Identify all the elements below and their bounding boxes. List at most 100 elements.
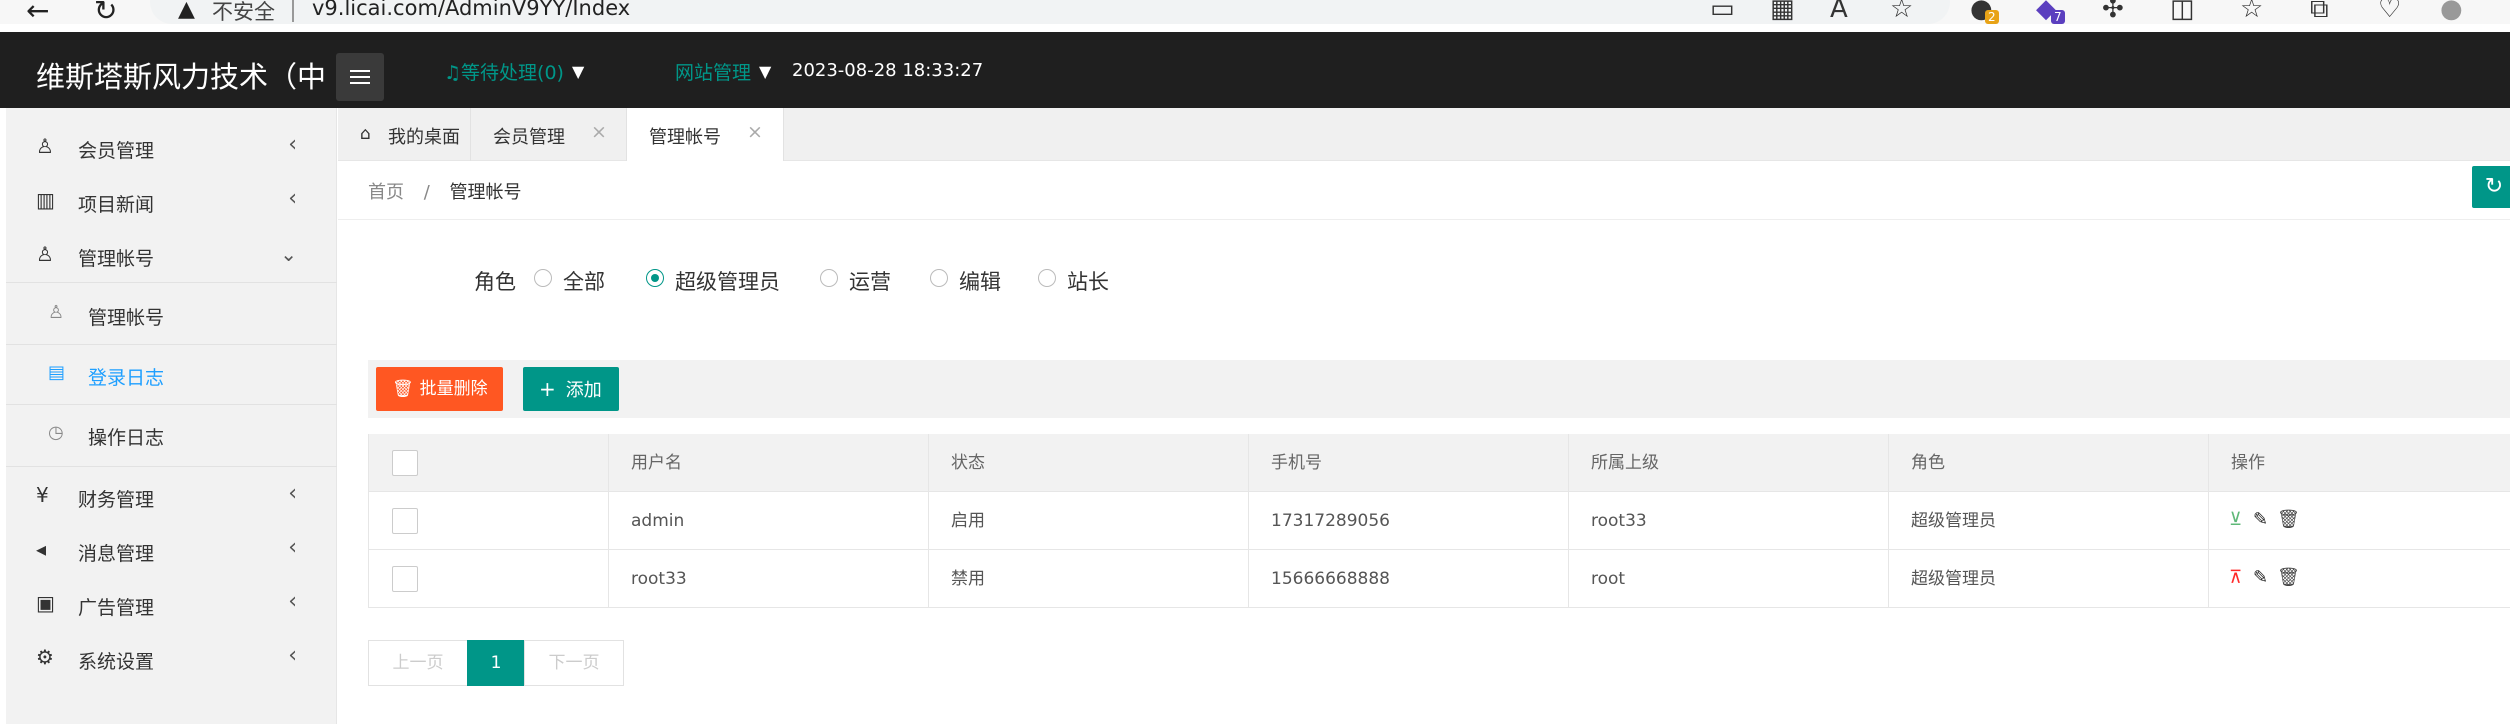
sidebar-item-label: 管理帐号 [78, 248, 155, 270]
table-row: root33 禁用 15666668888 root 超级管理员 ⊼ ✎ 🗑 [368, 550, 2510, 608]
reload-icon[interactable]: ↻ [94, 0, 117, 27]
parent-cell: root [1569, 550, 1889, 608]
radio-label: 运营 [849, 270, 891, 294]
site-management-label: 网站管理 [675, 62, 752, 84]
refresh-icon: ↻ [2484, 174, 2504, 199]
arrow-up-circle-icon[interactable]: ⊼ [2229, 567, 2242, 589]
extension-badge-2: 7 [2051, 10, 2065, 24]
select-all-cell [369, 434, 609, 492]
sidebar-subitem-accounts[interactable]: ♙ 管理帐号 [6, 284, 337, 344]
user-icon: ♙ [36, 134, 54, 158]
caret-down-icon: ▼ [571, 62, 585, 81]
sidebar-subitem-operation-log[interactable]: ◷ 操作日志 [6, 404, 337, 464]
chevron-left-icon: ‹ [288, 186, 297, 211]
chevron-left-icon: ‹ [288, 535, 297, 560]
apps-icon[interactable]: ▦ [1770, 0, 1795, 24]
chevron-left-icon: ‹ [288, 589, 297, 614]
tab-label: 会员管理 [493, 127, 565, 148]
back-arrow-icon[interactable]: ← [26, 0, 49, 27]
tab-label: 管理帐号 [649, 127, 721, 148]
edit-pencil-icon[interactable]: ✎ [2253, 567, 2268, 589]
close-icon[interactable]: × [747, 121, 763, 143]
home-icon: ⌂ [360, 124, 371, 144]
breadcrumb-divider [338, 219, 2510, 220]
column-header: 状态 [929, 434, 1249, 492]
collections-icon[interactable]: ⧉ [2310, 0, 2329, 25]
url-text[interactable]: v9.licai.com/AdminV9YY/Index [312, 0, 630, 20]
phone-cell: 15666668888 [1249, 550, 1569, 608]
browser-toolbar: ← ↻ ▲ 不安全 v9.licai.com/AdminV9YY/Index ▭… [0, 0, 2510, 27]
arrow-down-circle-icon[interactable]: ⊻ [2229, 509, 2242, 531]
radio-circle [820, 269, 838, 287]
sidebar-divider [6, 466, 337, 467]
menu-toggle-button[interactable] [336, 53, 384, 101]
select-all-checkbox[interactable] [392, 450, 418, 476]
pending-tasks-menu[interactable]: ♫等待处理(0) ▼ [444, 58, 584, 85]
trash-icon[interactable]: 🗑 [2277, 509, 2300, 531]
star-icon[interactable]: ☆ [1890, 0, 1913, 24]
edit-pencil-icon[interactable]: ✎ [2253, 509, 2268, 531]
favorites-icon[interactable]: ☆ [2240, 0, 2263, 24]
gear-icon: ⚙ [36, 645, 54, 669]
yen-icon: ¥ [36, 483, 49, 507]
sidebar-subitem-label: 管理帐号 [88, 307, 165, 329]
sidebar-item-label: 消息管理 [78, 543, 155, 565]
sidebar-subitem-login-log[interactable]: ▤ 登录日志 [6, 344, 337, 404]
tab-accounts[interactable]: 管理帐号 × [627, 108, 784, 161]
tab-desktop[interactable]: ⌂ 我的桌面 [338, 108, 471, 161]
sidebar-item-accounts[interactable]: ♙ 管理帐号 ⌄ [6, 228, 337, 282]
plus-icon: + [539, 377, 556, 401]
radio-circle [646, 269, 664, 287]
page-1-button[interactable]: 1 [467, 640, 525, 686]
sidebar-item-news[interactable]: ▥ 项目新闻 ‹ [6, 174, 337, 228]
heart-icon[interactable]: ♡ [2378, 0, 2401, 24]
refresh-button[interactable]: ↻ [2472, 166, 2510, 208]
image-icon: ▣ [36, 591, 55, 615]
split-screen-icon[interactable]: ◫ [2170, 0, 2195, 24]
add-label: 添加 [565, 380, 602, 401]
chevron-left-icon: ‹ [288, 481, 297, 506]
sidebar-item-label: 广告管理 [78, 597, 155, 619]
row-checkbox[interactable] [392, 508, 418, 534]
radio-circle [930, 269, 948, 287]
hamburger-icon-line [350, 76, 370, 78]
trash-icon[interactable]: 🗑 [2277, 567, 2300, 589]
sidebar-item-finance[interactable]: ¥ 财务管理 ‹ [6, 469, 337, 523]
role-cell: 超级管理员 [1889, 550, 2209, 608]
document-icon: ▤ [48, 362, 66, 383]
sidebar-item-label: 项目新闻 [78, 194, 155, 216]
radio-label: 编辑 [959, 270, 1001, 294]
table-row: admin 启用 17317289056 root33 超级管理员 ⊻ ✎ 🗑 [368, 492, 2510, 550]
current-datetime: 2023-08-28 18:33:27 [792, 60, 984, 81]
read-aloud-icon[interactable]: A [1830, 0, 1848, 24]
next-page-button[interactable]: 下一页 [524, 640, 624, 686]
hamburger-icon [350, 70, 370, 72]
username-cell: admin [609, 492, 929, 550]
site-management-menu[interactable]: 网站管理 ▼ [675, 58, 771, 85]
breadcrumb-home[interactable]: 首页 [368, 182, 404, 203]
phone-cell: 17317289056 [1249, 492, 1569, 550]
row-checkbox[interactable] [392, 566, 418, 592]
sidebar-item-settings[interactable]: ⚙ 系统设置 ‹ [6, 631, 337, 685]
chevron-left-icon: ‹ [288, 643, 297, 668]
insecure-label[interactable]: 不安全 [212, 0, 275, 26]
role-filter-label: 角色 [474, 270, 516, 294]
actions-cell: ⊻ ✎ 🗑 [2209, 492, 2510, 550]
close-icon[interactable]: × [591, 121, 607, 143]
warning-icon[interactable]: ▲ [178, 0, 195, 22]
trash-icon: 🗑 [392, 379, 414, 399]
sidebar-item-messages[interactable]: ◂ 消息管理 ‹ [6, 523, 337, 577]
screen-icon[interactable]: ▭ [1710, 0, 1735, 24]
hamburger-icon-line [350, 82, 370, 84]
prev-page-button[interactable]: 上一页 [368, 640, 468, 686]
username-cell: root33 [609, 550, 929, 608]
profile-avatar-icon[interactable]: ● [2440, 0, 2463, 24]
add-button[interactable]: + 添加 [523, 367, 619, 411]
sidebar-item-ads[interactable]: ▣ 广告管理 ‹ [6, 577, 337, 631]
column-header: 手机号 [1249, 434, 1569, 492]
sidebar-item-members[interactable]: ♙ 会员管理 ‹ [6, 120, 337, 174]
column-header: 所属上级 [1569, 434, 1889, 492]
tab-members[interactable]: 会员管理 × [471, 108, 627, 161]
puzzle-icon[interactable]: ✣ [2102, 0, 2124, 24]
batch-delete-button[interactable]: 🗑 批量删除 [376, 367, 503, 411]
